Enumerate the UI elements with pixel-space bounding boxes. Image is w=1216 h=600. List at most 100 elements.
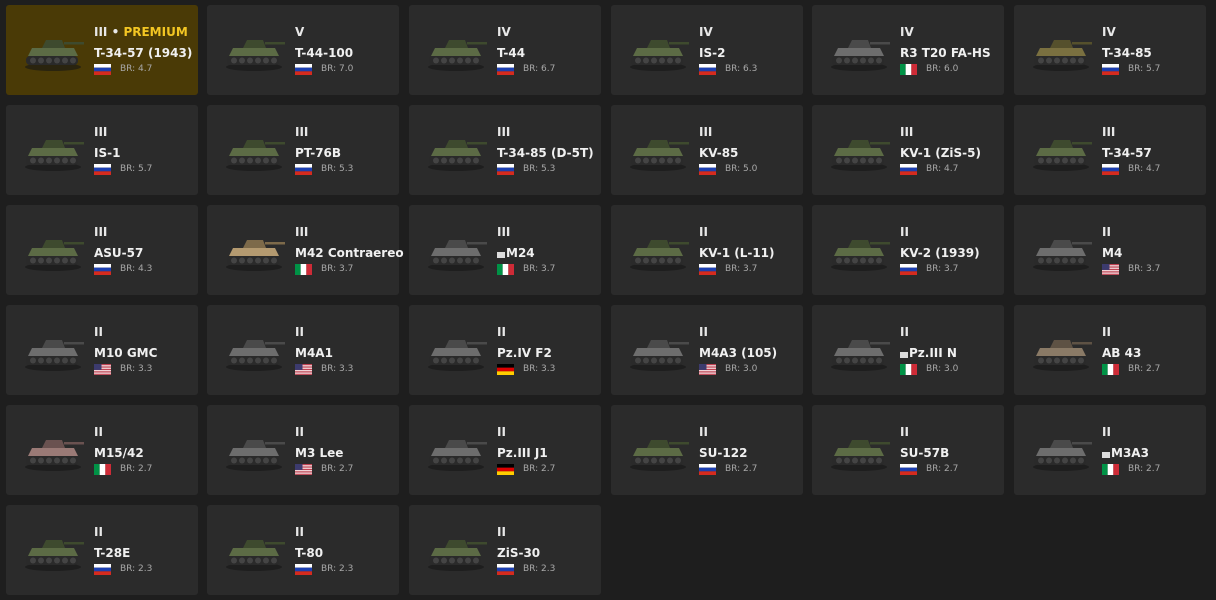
vehicle-name-text: IS-2 bbox=[699, 46, 726, 60]
rank-label: II bbox=[94, 525, 103, 539]
vehicle-card[interactable]: IV T-44 BR: 6.7 bbox=[409, 5, 601, 95]
battle-rating: BR: 7.0 bbox=[321, 64, 354, 74]
vehicle-card[interactable]: II SU-57B BR: 2.7 bbox=[812, 405, 1004, 495]
vehicle-name: IS-1 bbox=[94, 146, 120, 160]
rank-label: II bbox=[94, 425, 103, 439]
vehicle-name: PT-76B bbox=[295, 146, 341, 160]
vehicle-card[interactable]: II M3A3 BR: 2.7 bbox=[1014, 405, 1206, 495]
vehicle-card[interactable]: II M4A3 (105) BR: 3.0 bbox=[611, 305, 803, 395]
vehicle-card[interactable]: III T-34-85 (D-5T) BR: 5.3 bbox=[409, 105, 601, 195]
rank-label: II bbox=[295, 425, 304, 439]
rank-label: II bbox=[497, 325, 506, 339]
battle-rating: BR: 3.3 bbox=[321, 364, 354, 374]
vehicle-card[interactable]: III M42 Contraereo BR: 3.7 bbox=[207, 205, 404, 295]
battle-rating: BR: 2.3 bbox=[321, 564, 354, 574]
vehicle-card[interactable]: II KV-2 (1939) BR: 3.7 bbox=[812, 205, 1004, 295]
vehicle-card[interactable]: II T-28E BR: 2.3 bbox=[6, 505, 198, 595]
battle-rating: BR: 3.3 bbox=[120, 364, 153, 374]
italy-flag-icon bbox=[900, 64, 917, 75]
tank-icon bbox=[20, 427, 86, 475]
country-mark-icon bbox=[900, 352, 908, 358]
rank-label: II bbox=[900, 325, 909, 339]
ussr-flag-icon bbox=[295, 64, 312, 75]
italy-flag-icon bbox=[1102, 364, 1119, 375]
vehicle-name-text: IS-1 bbox=[94, 146, 121, 160]
vehicle-name-text: T-34-85 bbox=[1102, 46, 1152, 60]
rank-label: III bbox=[900, 125, 914, 139]
rank-label: II bbox=[295, 325, 304, 339]
rank-label: V bbox=[295, 25, 305, 39]
germany-flag-icon bbox=[497, 464, 514, 475]
vehicle-rank: II bbox=[295, 525, 304, 539]
vehicle-card[interactable]: III IS-1 BR: 5.7 bbox=[6, 105, 198, 195]
vehicle-card[interactable]: III KV-85 BR: 5.0 bbox=[611, 105, 803, 195]
vehicle-name: Pz.IV F2 bbox=[497, 346, 552, 360]
vehicle-card[interactable]: II T-80 BR: 2.3 bbox=[207, 505, 399, 595]
vehicle-card[interactable]: II Pz.III N BR: 3.0 bbox=[812, 305, 1004, 395]
vehicle-name: SU-122 bbox=[699, 446, 747, 460]
vehicle-card[interactable]: IV IS-2 BR: 6.3 bbox=[611, 5, 803, 95]
tank-icon bbox=[625, 227, 691, 275]
vehicle-card[interactable]: IV R3 T20 FA-HS BR: 6.0 bbox=[812, 5, 1004, 95]
rank-label: II bbox=[699, 325, 708, 339]
vehicle-rank: III bbox=[497, 125, 510, 139]
vehicle-rank: II bbox=[699, 425, 708, 439]
vehicle-card[interactable]: V T-44-100 BR: 7.0 bbox=[207, 5, 399, 95]
vehicle-card[interactable]: III ASU-57 BR: 4.3 bbox=[6, 205, 198, 295]
vehicle-name: M4A3 (105) bbox=[699, 346, 777, 360]
vehicle-rank: IV bbox=[900, 25, 914, 39]
vehicle-rank: III bbox=[497, 225, 510, 239]
battle-rating: BR: 2.7 bbox=[321, 464, 354, 474]
tank-icon bbox=[20, 527, 86, 575]
vehicle-card[interactable]: II M10 GMC BR: 3.3 bbox=[6, 305, 198, 395]
vehicle-rank: II bbox=[900, 425, 909, 439]
ussr-flag-icon bbox=[497, 564, 514, 575]
tank-icon bbox=[826, 227, 892, 275]
battle-rating: BR: 6.3 bbox=[725, 64, 758, 74]
vehicle-card[interactable]: III M24 BR: 3.7 bbox=[409, 205, 601, 295]
vehicle-card[interactable]: II ZiS-30 BR: 2.3 bbox=[409, 505, 601, 595]
ussr-flag-icon bbox=[94, 64, 111, 75]
vehicle-name-text: M24 bbox=[506, 246, 535, 260]
italy-flag-icon bbox=[1102, 464, 1119, 475]
vehicle-name-text: SU-57B bbox=[900, 446, 950, 460]
vehicle-rank: III • PREMIUM bbox=[94, 25, 188, 39]
vehicle-name: M3A3 bbox=[1102, 446, 1149, 460]
vehicle-card[interactable]: III PT-76B BR: 5.3 bbox=[207, 105, 399, 195]
vehicle-card[interactable]: II SU-122 BR: 2.7 bbox=[611, 405, 803, 495]
battle-rating: BR: 4.7 bbox=[926, 164, 959, 174]
vehicle-card[interactable]: III T-34-57 BR: 4.7 bbox=[1014, 105, 1206, 195]
vehicle-card[interactable]: II M4 BR: 3.7 bbox=[1014, 205, 1206, 295]
vehicle-card[interactable]: II AB 43 BR: 2.7 bbox=[1014, 305, 1206, 395]
ussr-flag-icon bbox=[699, 264, 716, 275]
vehicle-rank: II bbox=[497, 525, 506, 539]
vehicle-card[interactable]: IV T-34-85 BR: 5.7 bbox=[1014, 5, 1206, 95]
vehicle-card[interactable]: II KV-1 (L-11) BR: 3.7 bbox=[611, 205, 803, 295]
rank-label: III bbox=[295, 125, 309, 139]
vehicle-card[interactable]: III KV-1 (ZiS-5) BR: 4.7 bbox=[812, 105, 1004, 195]
vehicle-name-text: R3 T20 FA-HS bbox=[900, 46, 991, 60]
vehicle-rank: V bbox=[295, 25, 304, 39]
battle-rating: BR: 3.0 bbox=[725, 364, 758, 374]
vehicle-name: Pz.III N bbox=[900, 346, 957, 360]
vehicle-card[interactable]: II Pz.IV F2 BR: 3.3 bbox=[409, 305, 601, 395]
vehicle-name: T-44 bbox=[497, 46, 525, 60]
vehicle-name: M10 GMC bbox=[94, 346, 157, 360]
tank-icon bbox=[826, 127, 892, 175]
rank-label: IV bbox=[497, 25, 511, 39]
vehicle-card[interactable]: II Pz.III J1 BR: 2.7 bbox=[409, 405, 601, 495]
vehicle-card[interactable]: II M3 Lee BR: 2.7 bbox=[207, 405, 399, 495]
rank-label: II bbox=[900, 225, 909, 239]
usa-flag-icon bbox=[94, 364, 111, 375]
vehicle-card[interactable]: II M4A1 BR: 3.3 bbox=[207, 305, 399, 395]
germany-flag-icon bbox=[497, 364, 514, 375]
rank-label: II bbox=[295, 525, 304, 539]
vehicle-card[interactable]: II M15/42 BR: 2.7 bbox=[6, 405, 198, 495]
ussr-flag-icon bbox=[699, 464, 716, 475]
vehicle-name: T-34-57 bbox=[1102, 146, 1152, 160]
battle-rating: BR: 5.7 bbox=[120, 164, 153, 174]
battle-rating: BR: 4.3 bbox=[120, 264, 153, 274]
vehicle-card[interactable]: III • PREMIUM T-34-57 (1943) BR: 4.7 bbox=[6, 5, 198, 95]
vehicle-name-text: M4 bbox=[1102, 246, 1123, 260]
vehicle-name-text: T-34-57 bbox=[1102, 146, 1152, 160]
